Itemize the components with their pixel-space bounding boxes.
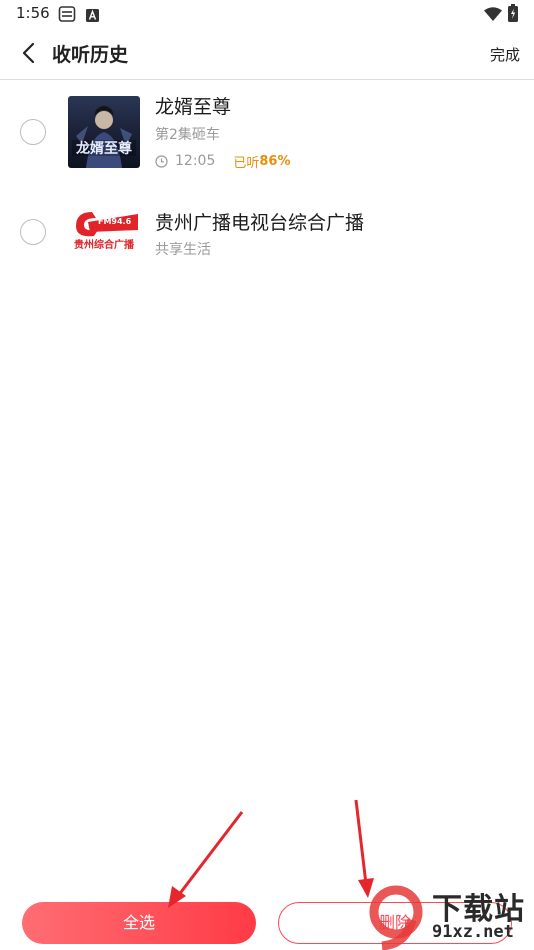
battery-icon: [508, 4, 518, 26]
cover-image: 龙婿至尊: [68, 96, 140, 168]
app-header: 收听历史 完成: [0, 28, 534, 80]
svg-text:FM94.6: FM94.6: [98, 217, 132, 226]
item-subtitle: 第2集砸车: [155, 127, 220, 143]
arrow-to-select-all-icon: [176, 811, 244, 897]
watermark-9-icon: [369, 885, 423, 950]
status-time: 1:56: [16, 4, 50, 22]
svg-text:贵州综合广播: 贵州综合广播: [74, 238, 135, 251]
item-duration: 12:05: [175, 153, 216, 169]
listened-label: 已听: [233, 155, 260, 171]
page-title: 收听历史: [52, 44, 129, 66]
svg-text:龙婿至尊: 龙婿至尊: [75, 140, 132, 157]
back-button[interactable]: [16, 38, 44, 68]
history-item[interactable]: FM94.6 贵州综合广播 贵州广播电视台综合广播 共享生活: [0, 196, 534, 306]
arrow-to-delete-icon: [354, 799, 368, 885]
done-button[interactable]: 完成: [490, 44, 520, 65]
keyboard-icon: [58, 5, 76, 27]
watermark-logo: 下载站 91xz.net: [362, 880, 534, 950]
chevron-left-icon: [22, 42, 35, 64]
history-item[interactable]: 龙婿至尊 龙婿至尊 第2集砸车 12:05 已听 86%: [0, 88, 534, 198]
cover-image: FM94.6 贵州综合广播: [68, 200, 140, 256]
select-all-button[interactable]: 全选: [22, 902, 256, 944]
clock-icon: [155, 154, 168, 168]
wifi-icon: [484, 6, 502, 25]
listened-percent: 86%: [259, 153, 291, 169]
item-meta: 12:05 已听 86%: [155, 152, 291, 171]
item-subtitle: 共享生活: [155, 242, 211, 258]
watermark-domain: 91xz.net: [432, 922, 514, 942]
item-title: 贵州广播电视台综合广播: [155, 212, 365, 234]
a-badge-icon: [86, 7, 99, 26]
status-bar: 1:56: [0, 0, 534, 28]
select-checkbox[interactable]: [20, 119, 46, 145]
item-title: 龙婿至尊: [155, 96, 232, 118]
select-checkbox[interactable]: [20, 219, 46, 245]
